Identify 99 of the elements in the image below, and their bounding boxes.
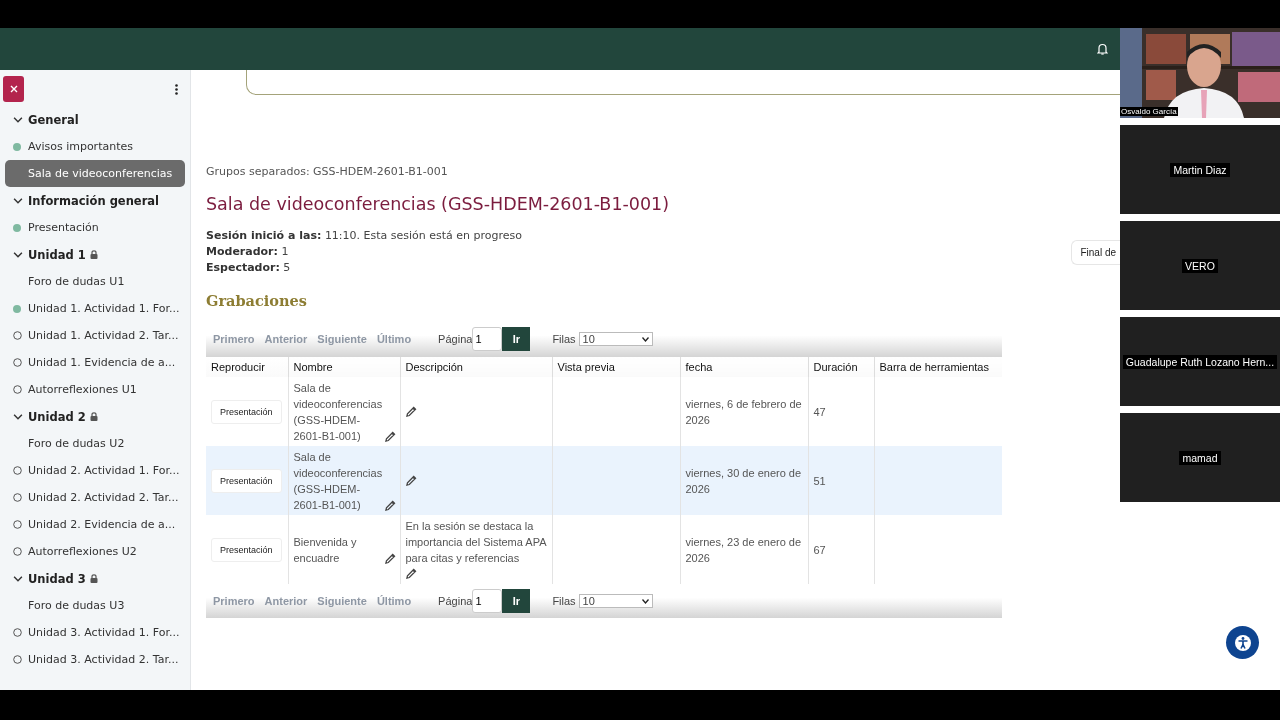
caret-icon — [641, 336, 649, 342]
caret-icon — [641, 598, 649, 604]
status-circle-icon — [13, 331, 22, 340]
groups-label: Grupos separados: GSS-HDEM-2601-B1-001 — [206, 165, 449, 178]
go-button[interactable]: Ir — [502, 327, 531, 351]
chevron-down-icon[interactable] — [13, 249, 23, 260]
status-circle-icon — [13, 628, 22, 637]
status-circle-icon — [13, 466, 22, 475]
status-circle-icon — [13, 520, 22, 529]
accessibility-icon — [1233, 633, 1252, 652]
table-cell-text: Bienvenida y encuadre — [293, 534, 358, 566]
sidebar-item[interactable]: Unidad 1. Evidencia de a... — [5, 349, 185, 376]
close-icon — [9, 85, 18, 93]
rows-label: Filas — [552, 333, 576, 345]
pencil-icon[interactable] — [405, 568, 417, 580]
table-cell-text: Sala de videoconferencias (GSS-HDEM-2601-B1-001) — [293, 380, 383, 444]
rows-select[interactable]: 10 — [578, 594, 653, 608]
play-button[interactable]: Presentación — [211, 399, 282, 424]
session-info: Espectador: 5 — [206, 260, 291, 276]
rows-select[interactable]: 10 — [578, 332, 653, 346]
table-cell-text: Sala de videoconferencias (GSS-HDEM-2601-B1-001) — [293, 449, 383, 513]
section-header[interactable]: Información general — [5, 187, 185, 214]
column-header: Duración — [808, 357, 874, 377]
column-header: Descripción — [400, 357, 552, 377]
accessibility-button[interactable] — [1226, 626, 1259, 659]
sidebar-item[interactable]: Foro de dudas U2 — [5, 430, 185, 457]
sidebar-item[interactable]: Sala de videoconferencias — [5, 160, 185, 187]
section-header[interactable]: Unidad 1 — [5, 241, 185, 268]
page-input[interactable]: 1 — [472, 589, 503, 613]
sidebar-item[interactable]: Foro de dudas U3 — [5, 592, 185, 619]
sidebar-item[interactable]: Avisos importantes — [5, 133, 185, 160]
more-options-icon[interactable] — [175, 83, 178, 95]
close-button[interactable] — [3, 76, 24, 102]
table-cell: viernes, 23 de enero de 2026 — [685, 535, 802, 564]
play-button[interactable]: Presentación — [211, 537, 282, 562]
sidebar-item[interactable]: Unidad 3. Actividad 2. Tar... — [5, 646, 185, 673]
column-header: Barra de herramientas — [874, 357, 1002, 377]
pencil-icon[interactable] — [384, 552, 396, 564]
chevron-down-icon[interactable] — [13, 195, 23, 206]
section-header[interactable]: General — [5, 106, 185, 133]
section-title: Unidad 3 — [28, 571, 86, 586]
sidebar-item[interactable]: Autorreflexiones U2 — [5, 538, 185, 565]
section-title: General — [28, 112, 79, 127]
participant-name: VERO — [1182, 258, 1218, 273]
section-title: Información general — [28, 193, 160, 208]
sidebar-item[interactable]: Foro de dudas U1 — [5, 268, 185, 295]
participant-name: Martin Diaz — [1170, 162, 1230, 177]
pencil-icon[interactable] — [405, 475, 417, 487]
section-header[interactable]: Unidad 3 — [5, 565, 185, 592]
play-button[interactable]: Presentación — [211, 468, 282, 493]
status-dot-icon — [13, 223, 21, 232]
page-input[interactable]: 1 — [472, 327, 503, 351]
chevron-down-icon[interactable] — [13, 573, 23, 584]
table-cell: 67 — [813, 543, 826, 556]
section-heading: Grabaciones — [206, 292, 308, 309]
session-info: Moderador: 1 — [206, 244, 289, 260]
status-dot-icon — [13, 304, 21, 313]
table-cell: En la sesión se destaca la importancia del Sistema APA para citas y referencias — [405, 519, 546, 564]
table-cell: viernes, 30 de enero de 2026 — [685, 466, 802, 495]
status-circle-icon — [13, 358, 22, 367]
pencil-icon[interactable] — [405, 406, 417, 418]
column-header: Reproducir — [206, 357, 288, 377]
sidebar-item[interactable]: Unidad 3. Actividad 1. For... — [5, 619, 185, 646]
sidebar-item[interactable]: Presentación — [5, 214, 185, 241]
status-circle-icon — [13, 655, 22, 664]
column-header: fecha — [680, 357, 808, 377]
section-title: Unidad 2 — [28, 409, 86, 424]
participant-name: Osvaldo García — [1120, 107, 1178, 116]
sidebar-item[interactable]: Autorreflexiones U1 — [5, 376, 185, 403]
table-cell: 47 — [813, 405, 826, 418]
page-title: Sala de videoconferencias (GSS-HDEM-2601-B1-001) — [206, 194, 670, 214]
side-tab[interactable]: Final de — [1071, 240, 1120, 265]
column-header: Vista previa — [552, 357, 680, 377]
status-circle-icon — [13, 385, 22, 394]
sidebar-item[interactable]: Unidad 1. Actividad 1. For... — [5, 295, 185, 322]
pencil-icon[interactable] — [385, 499, 397, 511]
column-header: Nombre — [288, 357, 400, 377]
status-circle-icon — [13, 547, 22, 556]
chevron-down-icon[interactable] — [13, 411, 23, 422]
page-label: Página — [438, 333, 473, 345]
status-circle-icon — [13, 493, 22, 502]
table-cell: 51 — [813, 474, 826, 487]
chevron-down-icon[interactable] — [13, 114, 23, 125]
sidebar-item[interactable]: Unidad 2. Actividad 2. Tar... — [5, 484, 185, 511]
section-header[interactable]: Unidad 2 — [5, 403, 185, 430]
pencil-icon[interactable] — [385, 430, 397, 442]
go-button[interactable]: Ir — [502, 589, 531, 613]
status-dot-icon — [13, 142, 21, 151]
participant-name: Guadalupe Ruth Lozano Hern... — [1122, 354, 1278, 369]
sidebar-item[interactable]: Unidad 1. Actividad 2. Tar... — [5, 322, 185, 349]
page-label: Página — [438, 595, 473, 607]
sidebar-item[interactable]: Unidad 2. Actividad 1. For... — [5, 457, 185, 484]
bell-icon[interactable] — [1097, 43, 1108, 55]
table-cell: viernes, 6 de febrero de 2026 — [685, 397, 802, 426]
session-info: Sesión inició a las: 11:10. Esta sesión está en progreso — [206, 228, 523, 244]
sidebar-item[interactable]: Unidad 2. Evidencia de a... — [5, 511, 185, 538]
section-title: Unidad 1 — [28, 247, 86, 262]
participant-name: mamad — [1179, 450, 1221, 465]
rows-label: Filas — [552, 595, 576, 607]
